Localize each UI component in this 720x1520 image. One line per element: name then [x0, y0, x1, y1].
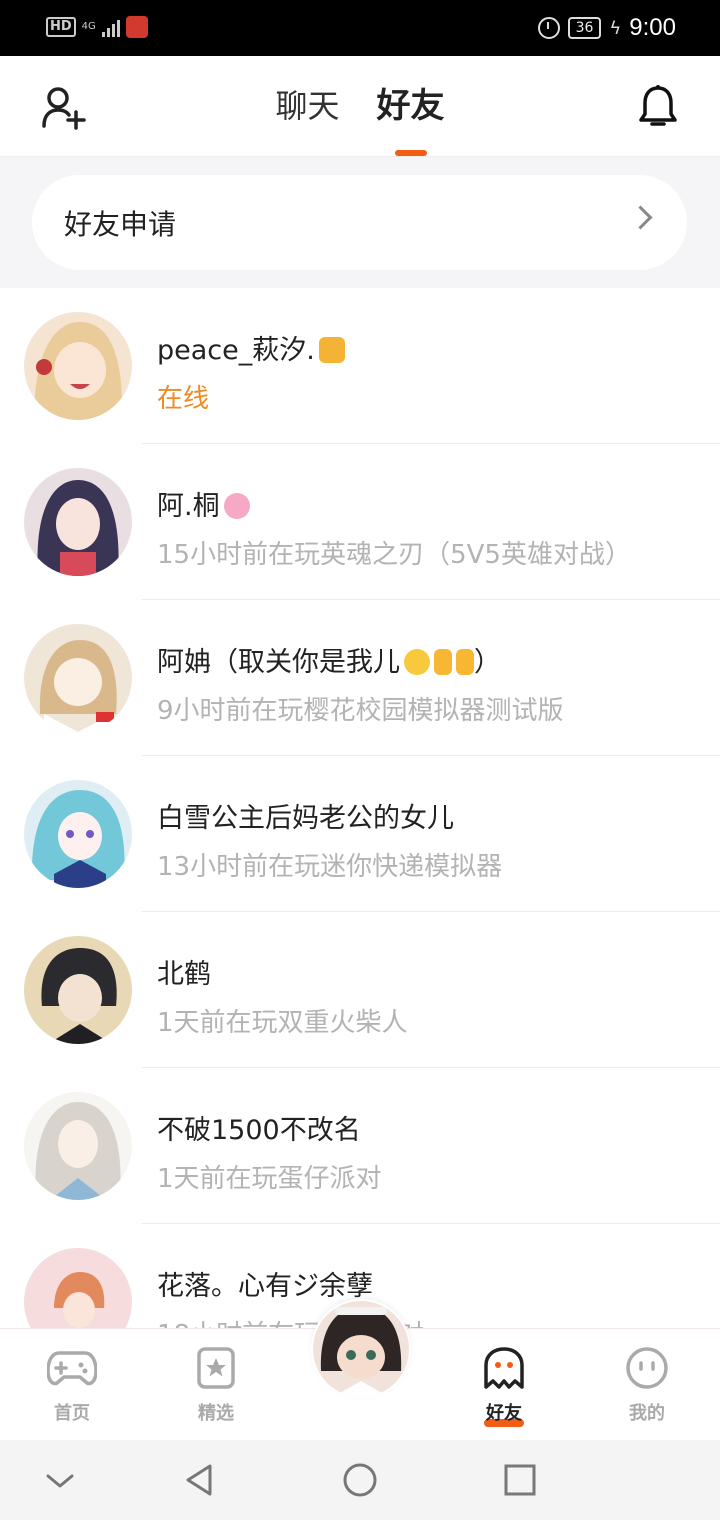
nav-friends-label: 好友: [486, 1403, 522, 1424]
list-item[interactable]: 北鹤 1天前在玩双重火柴人: [0, 912, 720, 1068]
network-type: 4G: [81, 21, 96, 32]
avatar: [313, 1301, 409, 1397]
friend-name-text: 阿姌（取关你是我儿: [157, 647, 400, 678]
nav-featured[interactable]: 精选: [166, 1347, 266, 1425]
friend-name: 不破1500不改名: [157, 1115, 361, 1146]
friend-status: 15小时前在玩英魂之刃（5V5英雄对战）: [157, 540, 631, 570]
system-nav-bar: [0, 1440, 720, 1520]
friend-name-text: peace_萩汐.: [157, 335, 315, 366]
avatar: [24, 312, 132, 420]
nav-home[interactable]: 首页: [22, 1347, 122, 1425]
center-avatar-button[interactable]: [311, 1299, 411, 1399]
finger-emoji-icon: [456, 649, 474, 675]
cherry-blossom-icon: [223, 493, 250, 519]
clock: 9:00: [629, 14, 676, 41]
chevron-down-icon[interactable]: [40, 1462, 80, 1498]
nav-friends[interactable]: 好友: [454, 1347, 554, 1427]
avatar: [24, 468, 132, 576]
tab-bar: 聊天 好友: [0, 78, 720, 156]
chevron-right-icon: [628, 205, 653, 230]
friend-name: 北鹤: [157, 959, 211, 990]
friend-name-text: 阿.桐: [157, 491, 220, 522]
nav-me[interactable]: 我的: [597, 1347, 697, 1425]
friend-name: 花落。心有ジ余孽: [157, 1271, 373, 1302]
friend-name: 阿姌（取关你是我儿 ）: [157, 640, 501, 679]
hd-indicator: HD: [46, 17, 76, 37]
friend-list: peace_萩汐. 在线 阿.桐 15小时前在玩英魂之刃（5V5英雄对战） 阿姌…: [0, 288, 720, 1380]
status-bar: HD 4G 36 ϟ 9:00: [0, 0, 720, 56]
top-header: 聊天 好友: [0, 56, 720, 157]
friend-request-button[interactable]: 好友申请: [32, 175, 687, 270]
nav-featured-label: 精选: [198, 1403, 234, 1424]
friend-status: 1天前在玩蛋仔派对: [157, 1164, 382, 1194]
avatar: [24, 780, 132, 888]
list-item[interactable]: 阿.桐 15小时前在玩英魂之刃（5V5英雄对战）: [0, 444, 720, 600]
back-icon[interactable]: [180, 1462, 220, 1498]
gamepad-icon: [46, 1351, 98, 1386]
friend-status: 9小时前在玩樱花校园模拟器测试版: [157, 696, 564, 726]
friend-name: peace_萩汐.: [157, 328, 345, 367]
avatar: [24, 936, 132, 1044]
bell-icon[interactable]: [636, 84, 680, 130]
nav-me-label: 我的: [629, 1403, 665, 1424]
status-left: HD 4G: [46, 16, 148, 38]
smiley-icon: [626, 1347, 668, 1389]
friend-request-label: 好友申请: [64, 208, 177, 241]
friend-status: 1天前在玩双重火柴人: [157, 1008, 408, 1038]
avatar: [24, 624, 132, 732]
bottom-nav: 首页 精选 好友 我的: [0, 1299, 720, 1441]
finger-emoji-icon: [434, 649, 452, 675]
list-item[interactable]: peace_萩汐. 在线: [0, 288, 720, 444]
app-notification-icon: [125, 16, 148, 38]
tab-chat[interactable]: 聊天: [275, 81, 339, 127]
list-item[interactable]: 阿姌（取关你是我儿 ） 9小时前在玩樱花校园模拟器测试版: [0, 600, 720, 756]
star-bookmark-icon: [197, 1347, 235, 1389]
cat-emoji-icon: [318, 337, 345, 363]
status-right: 36 ϟ 9:00: [537, 14, 676, 42]
eye-roll-emoji-icon: [404, 649, 430, 675]
friend-request-section: 好友申请: [0, 157, 720, 288]
friend-name-suffix: ）: [474, 647, 501, 678]
battery-indicator: 36: [567, 17, 602, 39]
active-tab-indicator: [394, 150, 427, 156]
list-item[interactable]: 白雪公主后妈老公的女儿 13小时前在玩迷你快递模拟器: [0, 756, 720, 912]
ghost-icon: [484, 1347, 524, 1389]
friend-name: 白雪公主后妈老公的女儿: [157, 803, 454, 834]
charging-icon: ϟ: [609, 17, 622, 39]
nav-home-label: 首页: [54, 1403, 90, 1424]
avatar: [24, 1092, 132, 1200]
tab-friends[interactable]: 好友: [376, 78, 445, 156]
signal-icon: [101, 17, 120, 37]
friend-status: 13小时前在玩迷你快递模拟器: [157, 852, 503, 882]
recents-icon[interactable]: [500, 1462, 540, 1498]
alarm-icon: [537, 17, 560, 39]
friend-status: 在线: [157, 384, 210, 414]
home-icon[interactable]: [340, 1462, 380, 1498]
list-item[interactable]: 不破1500不改名 1天前在玩蛋仔派对: [0, 1068, 720, 1224]
tab-friends-label: 好友: [376, 86, 445, 126]
friend-name: 阿.桐: [157, 484, 250, 523]
